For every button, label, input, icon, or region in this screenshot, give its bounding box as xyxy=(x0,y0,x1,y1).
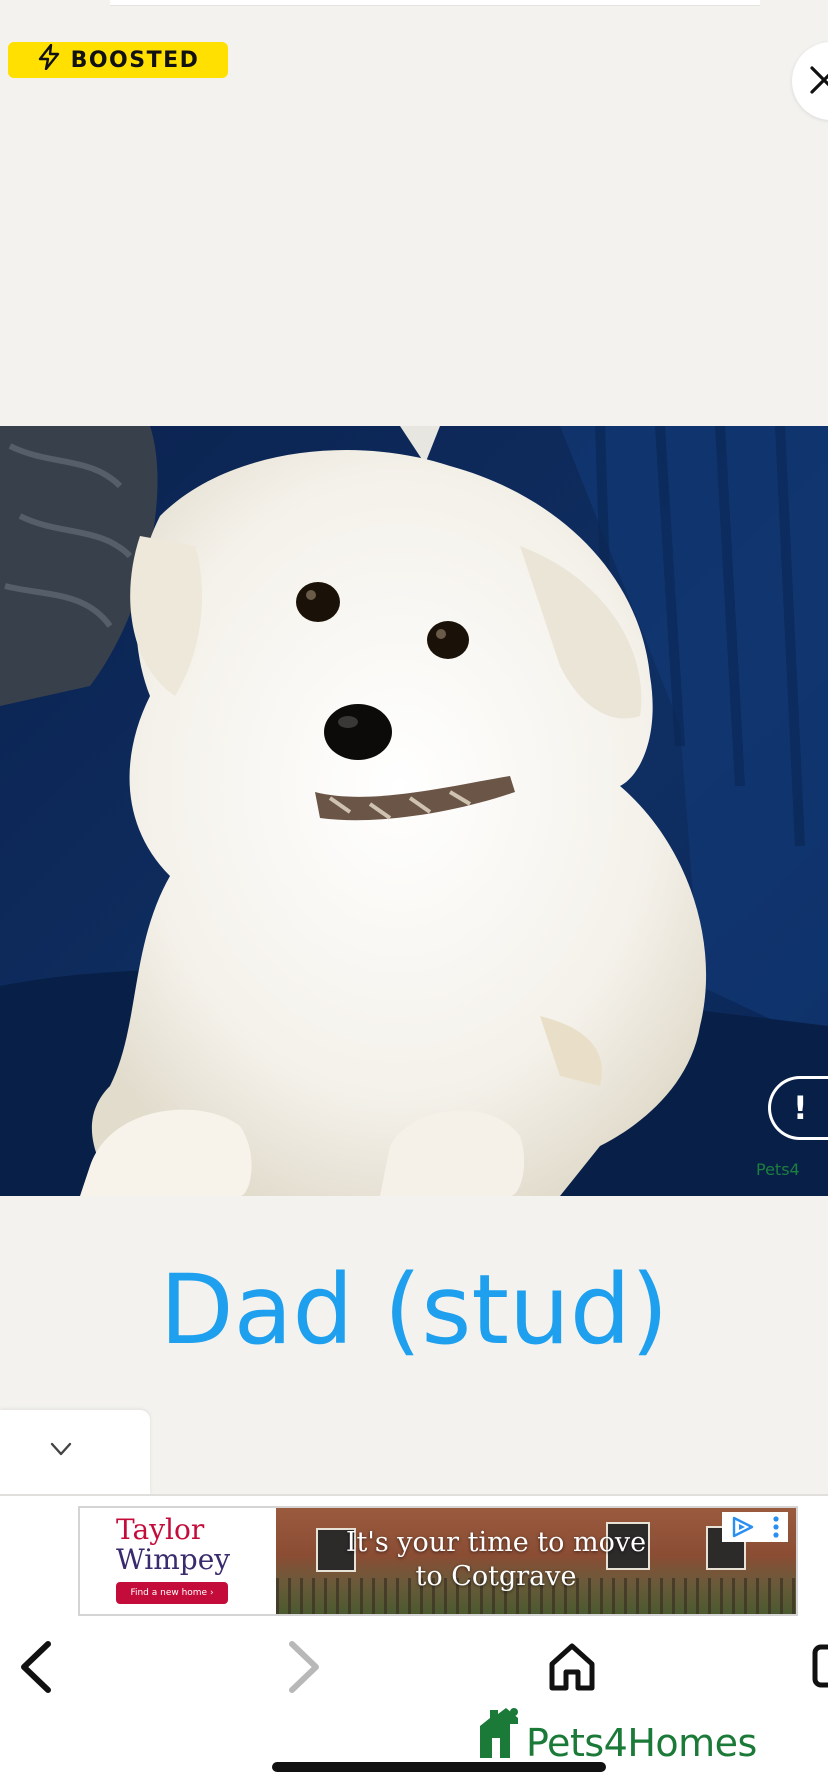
kebab-menu-icon[interactable] xyxy=(772,1516,780,1538)
chevron-left-icon[interactable] xyxy=(14,1636,58,1698)
home-icon[interactable] xyxy=(546,1640,598,1694)
top-divider xyxy=(110,0,760,6)
ad-choices[interactable] xyxy=(722,1512,788,1542)
close-button[interactable] xyxy=(792,42,828,120)
collapse-ad-button[interactable] xyxy=(0,1410,150,1494)
brand-name: Pets4Homes xyxy=(526,1721,757,1765)
ad-cta-button[interactable]: Find a new home › xyxy=(116,1582,228,1604)
image-caption: Dad (stud) xyxy=(159,1254,669,1366)
ad-advertiser-logo: Taylor Wimpey Find a new home › xyxy=(80,1508,276,1614)
watermark-text: Pets4 xyxy=(756,1160,800,1179)
tabs-icon[interactable] xyxy=(812,1644,828,1688)
ad-choices-icon[interactable] xyxy=(731,1516,755,1538)
ad-brand-line2: Wimpey xyxy=(116,1543,231,1576)
ad-headline-line1: It's your time to move xyxy=(345,1527,647,1558)
ad-headline-line2: to Cotgrave xyxy=(415,1561,577,1592)
puppy-photo[interactable] xyxy=(0,426,828,1196)
boosted-badge: BOOSTED xyxy=(8,42,228,78)
pets4homes-logo: Pets4Homes xyxy=(476,1704,757,1764)
lightning-bolt-icon xyxy=(37,43,61,76)
puppy-illustration xyxy=(0,426,828,1196)
chevron-right-icon[interactable] xyxy=(282,1636,326,1698)
ad-container: Taylor Wimpey Find a new home › It's you… xyxy=(0,1494,828,1618)
report-button[interactable]: ! xyxy=(768,1076,828,1140)
ad-headline: It's your time to move to Cotgrave xyxy=(276,1526,716,1594)
ad-brand-line1: Taylor xyxy=(116,1513,205,1546)
ad-banner[interactable]: Taylor Wimpey Find a new home › It's you… xyxy=(78,1506,798,1616)
home-indicator[interactable] xyxy=(272,1762,606,1772)
pets4homes-logo-icon xyxy=(476,1704,522,1764)
alert-icon: ! xyxy=(793,1089,808,1127)
photo-watermark: Pets4 xyxy=(756,1160,800,1179)
listing-image-viewer: BOOSTED ! Pets4 Dad (stud) Taylor Wimpey… xyxy=(0,0,828,1792)
boosted-label: BOOSTED xyxy=(70,47,200,73)
